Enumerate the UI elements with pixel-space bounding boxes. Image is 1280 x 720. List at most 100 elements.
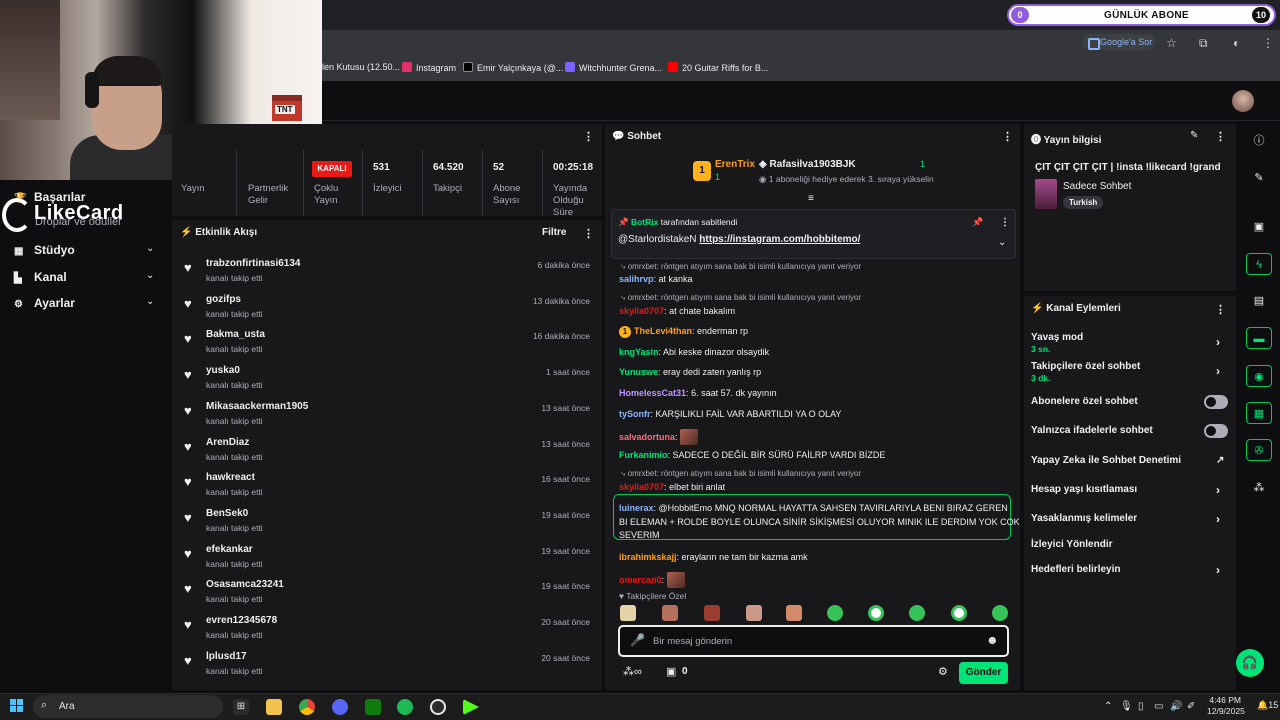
send-button[interactable]: Gönder — [959, 662, 1008, 684]
emote-icon[interactable] — [827, 605, 843, 621]
bookmark-witchhunter[interactable]: Witchhunter Grena... — [565, 62, 662, 73]
emote-icon[interactable] — [746, 605, 762, 621]
activity-user[interactable]: Bakma_usta — [206, 329, 265, 340]
chat-username[interactable]: tySonfr — [619, 409, 651, 419]
unpin-icon[interactable]: 📌 — [972, 217, 983, 228]
channel-action-item[interactable]: Yapay Zeka ile Sohbet Denetimi — [1031, 455, 1181, 466]
channel-action-item[interactable]: Yasaklanmış kelimeler — [1031, 513, 1137, 524]
extensions-icon[interactable]: ⧉ — [1199, 36, 1208, 51]
activity-item[interactable]: ♥ efekankar kanalı takip etti 19 saat önce — [172, 541, 598, 577]
tray-pen-icon[interactable]: ✐ — [1187, 701, 1195, 712]
activity-user[interactable]: BenSek0 — [206, 508, 248, 519]
reply-context[interactable]: ⤷ omrxbet: röntgen atıyım sana bak bi is… — [621, 469, 861, 479]
nav-studio[interactable]: ▦ Stüdyo — [14, 243, 75, 257]
kebab-menu-icon[interactable]: ⋮ — [1215, 303, 1226, 316]
emote-icon[interactable] — [704, 605, 720, 621]
obs-icon[interactable] — [430, 699, 446, 715]
collapse-icon[interactable]: ≡ — [808, 193, 814, 204]
info-icon[interactable]: ⓘ — [1246, 130, 1272, 152]
tray-mic-icon[interactable]: 🎙 — [1120, 701, 1133, 712]
chevron-down-icon[interactable]: ⌄ — [146, 296, 154, 307]
discord-icon[interactable] — [332, 699, 348, 715]
toggle-switch[interactable] — [1204, 395, 1228, 409]
toggle-switch[interactable] — [1204, 424, 1228, 438]
emoji-icon[interactable]: ☻ — [986, 633, 999, 647]
activity-user[interactable]: ArenDiaz — [206, 437, 249, 448]
channel-action-item[interactable]: Abonelere özel sohbet — [1031, 396, 1138, 407]
chat-username[interactable]: ibrahimkskajj — [619, 552, 677, 562]
bookmark-x[interactable]: Emir Yalçınkaya (@... — [463, 62, 563, 73]
emote-icon[interactable] — [620, 605, 636, 621]
chat-username[interactable]: Furkanimio — [619, 450, 668, 460]
emote-icon[interactable] — [909, 605, 925, 621]
nav-settings[interactable]: ⚙ Ayarlar — [14, 296, 75, 310]
activity-item[interactable]: ♥ Bakma_usta kanalı takip etti 16 dakika ön… — [172, 326, 598, 362]
activity-item[interactable]: ♥ hawkreact kanalı takip etti 16 saat önce — [172, 469, 598, 505]
category-thumbnail[interactable] — [1035, 179, 1057, 209]
channel-action-item[interactable]: İzleyici Yönlendir — [1031, 539, 1113, 550]
channel-action-item[interactable]: Hedefleri belirleyin — [1031, 564, 1120, 575]
chevron-down-icon[interactable]: ⌄ — [998, 237, 1006, 248]
chat-username[interactable]: omercan0 — [619, 575, 662, 585]
activity-user[interactable]: evren12345678 — [206, 615, 277, 626]
avatar[interactable] — [1232, 90, 1254, 112]
chat-username[interactable]: HomelessCat31 — [619, 388, 686, 398]
document-icon[interactable]: ▤ — [1246, 290, 1272, 312]
activity-user[interactable]: Mikasaackerman1905 — [206, 401, 308, 412]
activity-user[interactable]: gozifps — [206, 294, 241, 305]
activity-item[interactable]: ♥ Osasamca23241 kanalı takip etti 19 saat ö… — [172, 576, 598, 612]
top-gifter-name[interactable]: ErenTrix — [715, 159, 755, 170]
taskbar-search[interactable]: ⌕ Ara — [33, 695, 223, 718]
xbox-icon[interactable] — [365, 699, 381, 715]
activity-user[interactable]: Osasamca23241 — [206, 579, 284, 590]
chat-username[interactable]: luinerax — [619, 503, 654, 513]
chat-username[interactable]: skylla0707 — [619, 306, 664, 316]
activity-item[interactable]: ♥ gozifps kanalı takip etti 13 dakika önce — [172, 291, 598, 327]
activity-user[interactable]: trabzonfirtinasi6134 — [206, 258, 300, 269]
activity-item[interactable]: ♥ ArenDiaz kanalı takip etti 13 saat önce — [172, 434, 598, 470]
category-name[interactable]: Sadece Sohbet — [1063, 181, 1131, 192]
bookmark-item[interactable]: len Kutusu (12.50... — [322, 62, 400, 72]
profile-ext-icon[interactable]: ◐ — [1233, 36, 1240, 50]
chevron-right-icon[interactable]: › — [1216, 512, 1220, 526]
star-icon[interactable]: ☆ — [1166, 36, 1177, 50]
emote-icon[interactable] — [786, 605, 802, 621]
activity-user[interactable]: lplusd17 — [206, 651, 247, 662]
support-icon[interactable]: 🎧 — [1236, 649, 1264, 677]
spotify-icon[interactable] — [397, 699, 413, 715]
kebab-menu-icon[interactable]: ⋮ — [1215, 130, 1226, 143]
activity-user[interactable]: yuska0 — [206, 365, 240, 376]
chat-username[interactable]: skylla0707 — [619, 482, 664, 492]
tray-device-icon[interactable]: ▯ — [1138, 701, 1144, 712]
file-explorer-icon[interactable] — [266, 699, 282, 715]
chevron-right-icon[interactable]: › — [1216, 483, 1220, 497]
activity-item[interactable]: ♥ lplusd17 kanalı takip etti 20 saat önce — [172, 648, 598, 684]
gifter-entry[interactable]: ◈ Rafasilva1903BJK — [759, 159, 856, 170]
layout-icon[interactable]: ▦ — [1246, 402, 1272, 424]
tray-volume-icon[interactable]: 🔊 — [1170, 701, 1182, 712]
mic-icon[interactable]: 🎤 — [630, 633, 645, 647]
external-link-icon[interactable]: ↗ — [1216, 455, 1224, 466]
emote-icon[interactable] — [868, 605, 884, 621]
lightning-icon[interactable]: ϟ — [1246, 253, 1272, 275]
chat-username[interactable]: Yunuswe — [619, 367, 658, 377]
menu-icon[interactable]: ⋮ — [1262, 36, 1274, 50]
chevron-down-icon[interactable]: ⌄ — [146, 243, 154, 254]
channel-action-item[interactable]: Yavaş mod 3 sn. — [1031, 332, 1083, 354]
activity-item[interactable]: ♥ BenSek0 kanalı takip etti 19 saat önce — [172, 505, 598, 541]
tag-pill[interactable]: Turkish — [1063, 196, 1104, 209]
chat-username[interactable]: salvadortuna — [619, 432, 675, 442]
chat-input[interactable]: 🎤 Bir mesaj gönderin ☻ — [618, 625, 1009, 657]
capture-icon[interactable]: ▣ — [1246, 216, 1272, 238]
chevron-down-icon[interactable]: ⌄ — [146, 270, 154, 281]
pinned-link[interactable]: https://instagram.com/hobbitemo/ — [699, 234, 860, 245]
points-icon[interactable]: ⁂ — [1246, 477, 1272, 499]
gear-icon[interactable]: ⚙ — [938, 665, 948, 678]
activity-user[interactable]: hawkreact — [206, 472, 255, 483]
chevron-right-icon[interactable]: › — [1216, 364, 1220, 378]
emote-icon[interactable] — [992, 605, 1008, 621]
activity-item[interactable]: ♥ yuska0 kanalı takip etti 1 saat önce — [172, 362, 598, 398]
kebab-menu-icon[interactable]: ⋮ — [583, 227, 594, 240]
channel-action-item[interactable]: Yalnızca ifadelerle sohbet — [1031, 425, 1153, 436]
channel-action-item[interactable]: Takipçilere özel sohbet 3 dk. — [1031, 361, 1140, 383]
